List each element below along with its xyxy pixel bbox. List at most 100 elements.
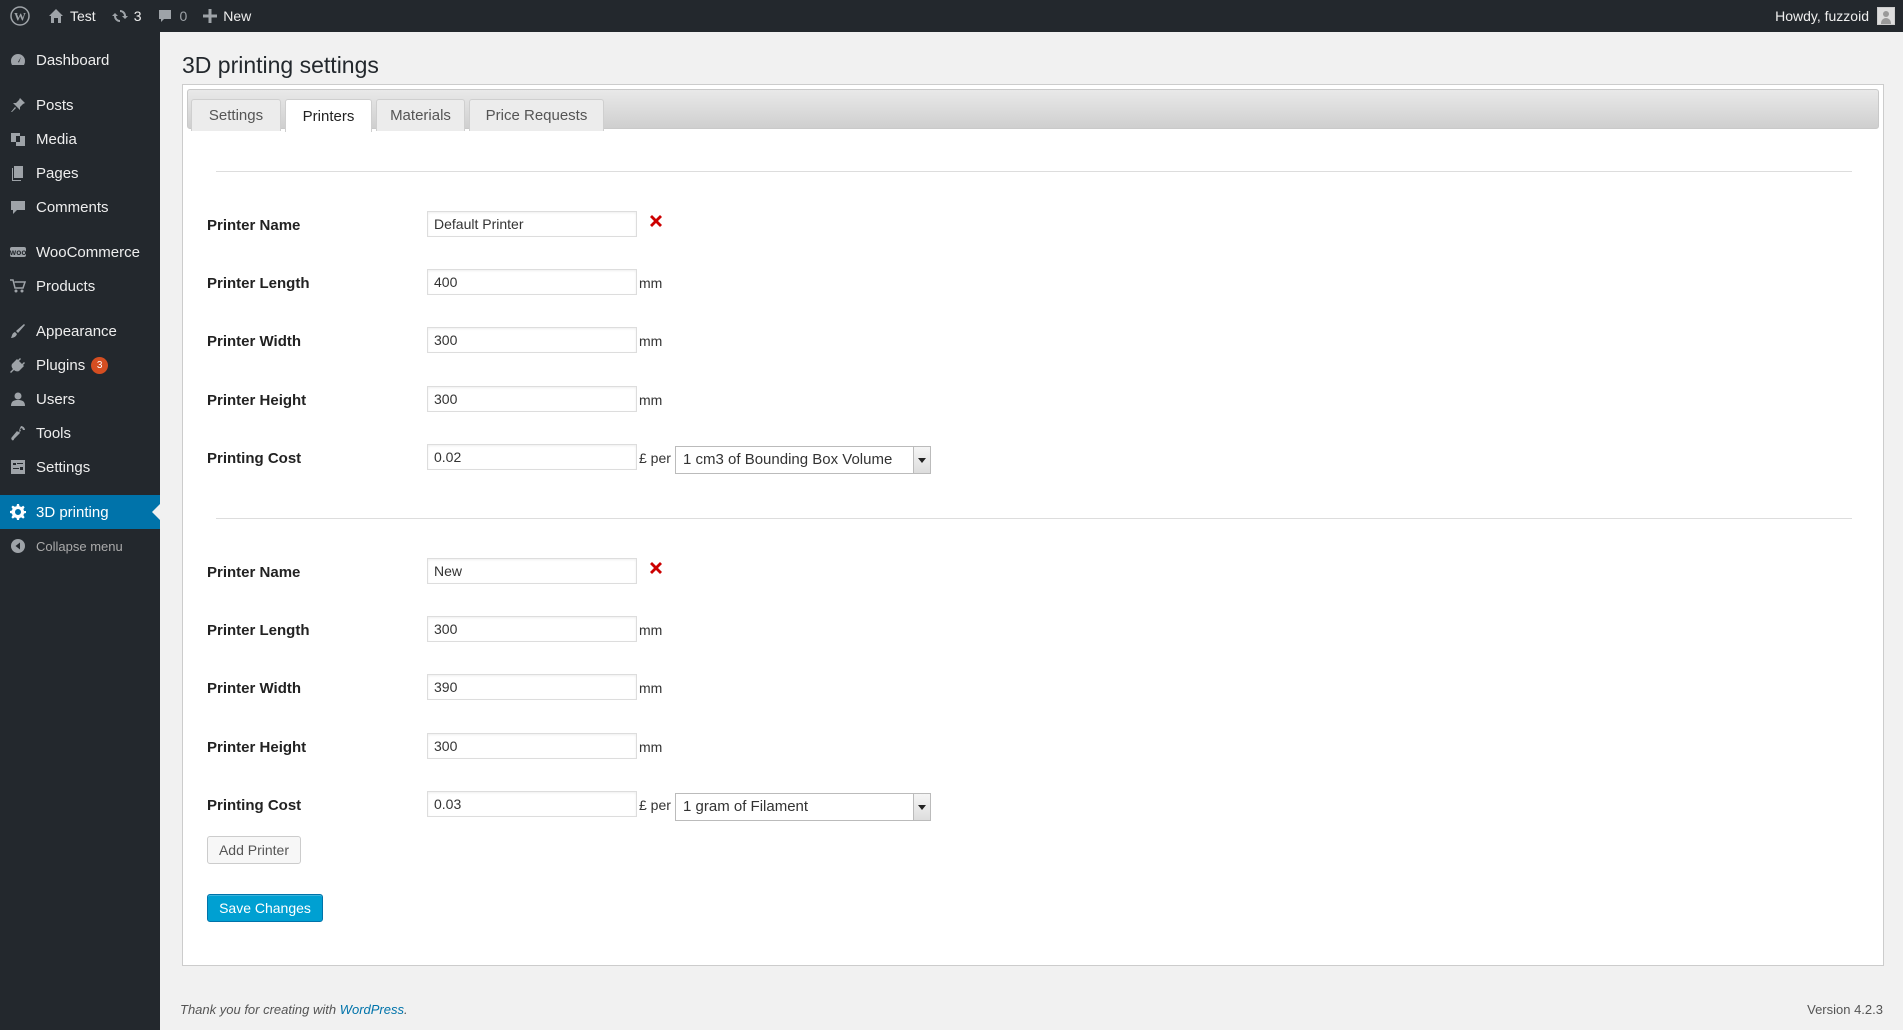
gear-icon bbox=[10, 504, 26, 520]
printer-height-input[interactable]: 300 bbox=[427, 733, 637, 759]
media-icon bbox=[10, 131, 26, 147]
updates-count: 3 bbox=[133, 8, 142, 24]
delete-printer-icon[interactable] bbox=[647, 212, 665, 230]
wordpress-link[interactable]: WordPress bbox=[340, 1002, 404, 1017]
avatar bbox=[1877, 7, 1895, 25]
printer-width-input[interactable]: 300 bbox=[427, 327, 637, 353]
home-icon bbox=[48, 8, 64, 24]
menu-label-users: Users bbox=[36, 390, 76, 408]
menu-item-products[interactable]: Products bbox=[0, 269, 160, 303]
tab-price-requests[interactable]: Price Requests bbox=[469, 99, 604, 131]
footer-thanks-suffix: . bbox=[404, 1002, 408, 1017]
menu-item-dashboard[interactable]: Dashboard bbox=[0, 43, 160, 77]
printer-length-label: Printer Length bbox=[207, 622, 310, 639]
wrench-icon bbox=[10, 425, 26, 441]
printer-length-input[interactable]: 400 bbox=[427, 269, 637, 295]
howdy-greeting: Howdy, fuzzoid bbox=[1775, 8, 1869, 24]
save-changes-button[interactable]: Save Changes bbox=[207, 894, 323, 922]
cost-per-label: £ per bbox=[639, 450, 671, 466]
tab-materials[interactable]: Materials bbox=[376, 99, 465, 131]
menu-label-pages: Pages bbox=[36, 164, 79, 182]
menu-label-products: Products bbox=[36, 277, 96, 295]
svg-text:W: W bbox=[14, 10, 26, 24]
printer-length-input[interactable]: 300 bbox=[427, 616, 637, 642]
menu-label-media: Media bbox=[36, 130, 77, 148]
printer-separator bbox=[216, 518, 1852, 519]
pushpin-icon bbox=[10, 97, 26, 113]
dropdown-arrow-icon[interactable] bbox=[913, 447, 930, 473]
wordpress-logo-icon[interactable]: W bbox=[0, 0, 40, 32]
add-printer-button[interactable]: Add Printer bbox=[207, 836, 301, 864]
collapse-arrow-icon bbox=[10, 538, 26, 554]
site-name-link[interactable]: Test bbox=[40, 0, 104, 32]
menu-label-plugins: Plugins bbox=[36, 356, 86, 374]
footer-version: Version 4.2.3 bbox=[1807, 1002, 1883, 1017]
menu-item-3d-printing[interactable]: 3D printing bbox=[0, 495, 160, 529]
cost-per-label: £ per bbox=[639, 797, 671, 813]
plugins-update-badge: 3 bbox=[91, 356, 109, 374]
comments-link[interactable]: 0 bbox=[149, 0, 195, 32]
dropdown-arrow-icon[interactable] bbox=[913, 794, 930, 820]
updates-link[interactable]: 3 bbox=[104, 0, 150, 32]
footer-thanks: Thank you for creating with WordPress. bbox=[180, 1002, 408, 1017]
site-name: Test bbox=[70, 8, 96, 24]
printer-width-input[interactable]: 390 bbox=[427, 674, 637, 700]
printing-cost-input[interactable]: 0.02 bbox=[427, 444, 637, 470]
settings-sliders-icon bbox=[10, 459, 26, 475]
cost-unit-selected-value: 1 gram of Filament bbox=[683, 798, 809, 815]
my-account[interactable]: Howdy, fuzzoid bbox=[1775, 7, 1903, 25]
unit-mm: mm bbox=[639, 275, 663, 291]
comments-icon bbox=[10, 199, 26, 215]
cost-unit-select[interactable]: 1 gram of Filament bbox=[675, 793, 931, 821]
printing-cost-label: Printing Cost bbox=[207, 450, 302, 467]
unit-mm: mm bbox=[639, 622, 663, 638]
printer-height-input[interactable]: 300 bbox=[427, 386, 637, 412]
unit-mm: mm bbox=[639, 739, 663, 755]
cost-unit-select[interactable]: 1 cm3 of Bounding Box Volume bbox=[675, 446, 931, 474]
pages-icon bbox=[10, 165, 26, 181]
menu-label-dashboard: Dashboard bbox=[36, 51, 110, 69]
menu-label-comments: Comments bbox=[36, 198, 109, 216]
printer-name-input[interactable]: Default Printer bbox=[427, 211, 637, 237]
footer-thanks-text: Thank you for creating with bbox=[180, 1002, 340, 1017]
settings-panel: Settings Printers Materials Price Reques… bbox=[182, 84, 1884, 966]
dashboard-icon bbox=[10, 52, 26, 68]
comments-count: 0 bbox=[179, 8, 188, 24]
menu-item-comments[interactable]: Comments bbox=[0, 190, 160, 224]
unit-mm: mm bbox=[639, 333, 663, 349]
page-title: 3D printing settings bbox=[182, 52, 379, 78]
menu-item-media[interactable]: Media bbox=[0, 122, 160, 156]
menu-item-plugins[interactable]: Plugins 3 bbox=[0, 348, 160, 382]
collapse-menu-label: Collapse menu bbox=[36, 538, 123, 554]
menu-label-3d-printing: 3D printing bbox=[36, 503, 109, 521]
cart-icon bbox=[10, 278, 26, 294]
printer-name-input[interactable]: New bbox=[427, 558, 637, 584]
menu-item-pages[interactable]: Pages bbox=[0, 156, 160, 190]
printer-height-label: Printer Height bbox=[207, 739, 307, 756]
menu-item-appearance[interactable]: Appearance bbox=[0, 314, 160, 348]
new-content-link[interactable]: New bbox=[195, 0, 259, 32]
menu-item-woocommerce[interactable]: WOO WooCommerce bbox=[0, 235, 160, 269]
tab-settings[interactable]: Settings bbox=[191, 99, 281, 131]
users-icon bbox=[10, 391, 26, 407]
printing-cost-input[interactable]: 0.03 bbox=[427, 791, 637, 817]
collapse-menu-button[interactable]: Collapse menu bbox=[0, 529, 160, 563]
unit-mm: mm bbox=[639, 392, 663, 408]
admin-bar: W Test 3 0 New Howdy, fuzzoid bbox=[0, 0, 1903, 32]
menu-item-posts[interactable]: Posts bbox=[0, 88, 160, 122]
printer-height-label: Printer Height bbox=[207, 392, 307, 409]
menu-item-tools[interactable]: Tools bbox=[0, 416, 160, 450]
unit-mm: mm bbox=[639, 680, 663, 696]
comment-bubble-icon bbox=[157, 8, 173, 24]
menu-item-users[interactable]: Users bbox=[0, 382, 160, 416]
menu-label-posts: Posts bbox=[36, 96, 74, 114]
plus-icon bbox=[203, 9, 218, 23]
delete-printer-icon[interactable] bbox=[647, 559, 665, 577]
updates-icon bbox=[111, 8, 128, 24]
tab-printers[interactable]: Printers bbox=[285, 99, 372, 132]
menu-item-settings[interactable]: Settings bbox=[0, 450, 160, 484]
woocommerce-icon: WOO bbox=[10, 244, 26, 260]
printer-name-label: Printer Name bbox=[207, 217, 301, 234]
menu-label-tools: Tools bbox=[36, 424, 72, 442]
new-label: New bbox=[223, 8, 252, 24]
